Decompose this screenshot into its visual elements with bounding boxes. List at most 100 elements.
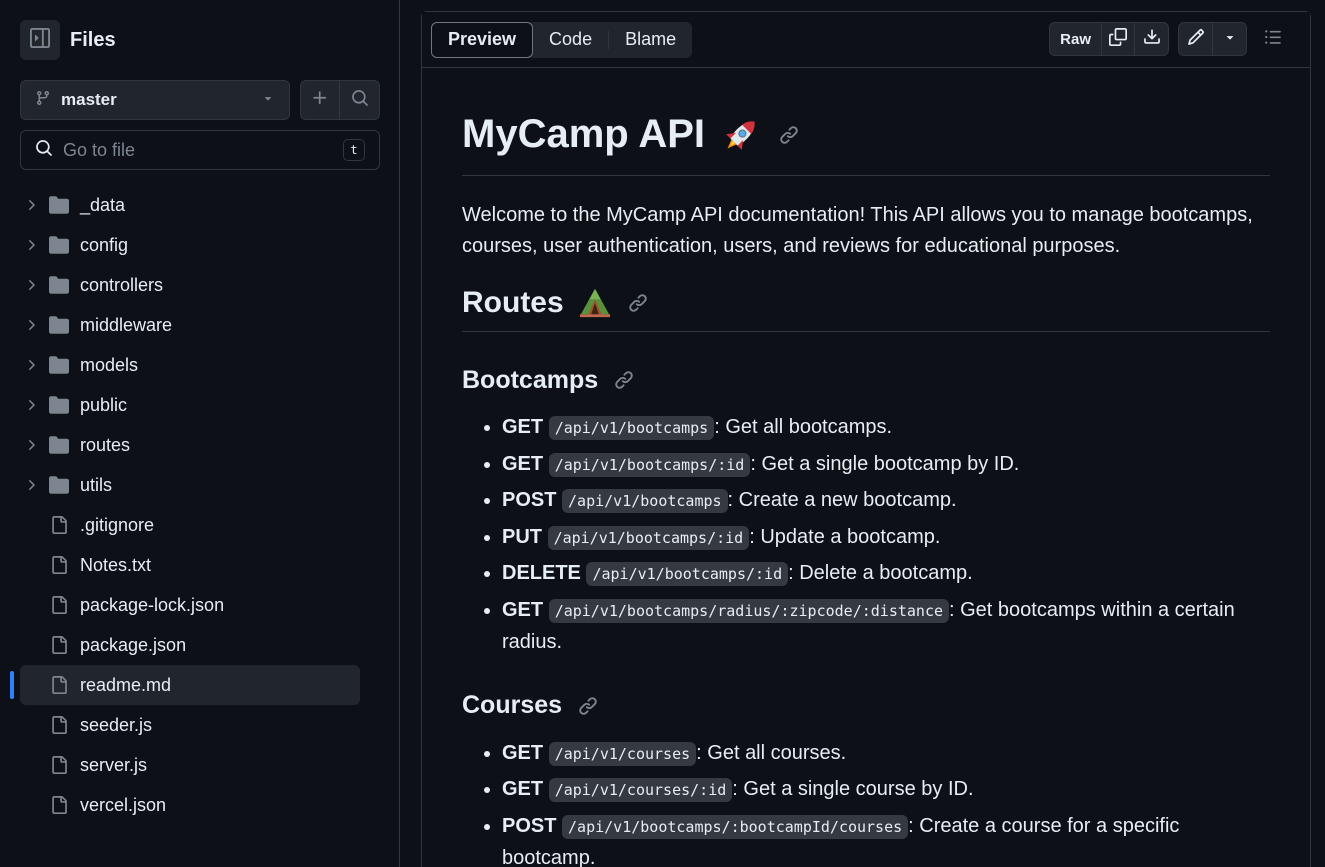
tree-item-label: middleware <box>80 314 173 335</box>
tree-item-label: vercel.json <box>80 794 167 815</box>
outline-button[interactable] <box>1256 22 1290 56</box>
chevron-right-icon[interactable] <box>20 397 42 413</box>
collapse-sidebar-button[interactable] <box>20 20 60 60</box>
tree-file[interactable]: package.json <box>20 625 360 665</box>
http-method: GET <box>502 416 544 438</box>
folder-icon <box>48 395 70 415</box>
route-path: /api/v1/bootcamps/:id <box>547 525 750 550</box>
tab-blame[interactable]: Blame <box>609 22 692 58</box>
tree-item-label: readme.md <box>80 674 172 695</box>
intro-paragraph: Welcome to the MyCamp API documentation!… <box>462 204 1253 257</box>
route-path: /api/v1/courses/:id <box>548 778 733 802</box>
file-icon <box>48 515 70 535</box>
chevron-right-icon[interactable] <box>20 477 42 493</box>
search-code-button[interactable] <box>340 81 379 119</box>
tree-folder[interactable]: controllers <box>20 265 360 305</box>
add-file-button[interactable] <box>301 81 341 119</box>
edit-options-button[interactable] <box>1213 23 1246 55</box>
chevron-right-icon[interactable] <box>20 357 42 373</box>
branch-name: master <box>61 90 117 109</box>
markdown-body: MyCamp API Welcome to the MyCamp API doc… <box>422 68 1310 867</box>
tree-file[interactable]: .gitignore <box>20 505 360 545</box>
tree-item-label: controllers <box>80 274 164 295</box>
tree-folder[interactable]: middleware <box>20 305 360 345</box>
raw-button[interactable]: Raw <box>1050 23 1102 55</box>
view-mode-tabs: Preview Code Blame <box>431 21 693 58</box>
folder-icon <box>48 475 70 495</box>
tree-file[interactable]: seeder.js <box>20 705 360 745</box>
route-description: : Update a bootcamp. <box>749 525 941 548</box>
section-heading: Courses <box>462 686 1270 726</box>
heading-link-icon[interactable] <box>628 293 648 313</box>
route-description: : Get all bootcamps. <box>714 416 893 438</box>
doc-title: MyCamp API <box>462 106 1270 176</box>
file-icon <box>48 675 70 695</box>
route-item: GET /api/v1/bootcamps/:id: Get a single … <box>502 449 1270 481</box>
routes-heading-text: Routes <box>462 285 564 319</box>
sidebar-title: Files <box>70 28 116 51</box>
file-toolbar: Preview Code Blame Raw <box>422 12 1310 68</box>
tree-item-label: package.json <box>80 634 187 655</box>
branch-selector[interactable]: master <box>20 80 290 120</box>
caret-down-icon <box>1223 30 1237 48</box>
heading-link-icon[interactable] <box>578 696 598 716</box>
route-item: DELETE /api/v1/bootcamps/:id: Delete a b… <box>502 558 1270 590</box>
chevron-right-icon[interactable] <box>20 317 42 333</box>
heading-link-icon[interactable] <box>779 125 799 145</box>
tree-file[interactable]: vercel.json <box>20 785 360 825</box>
file-icon <box>48 635 70 655</box>
chevron-right-icon[interactable] <box>20 237 42 253</box>
route-item: PUT /api/v1/bootcamps/:id: Update a boot… <box>502 522 1270 554</box>
route-item: POST /api/v1/bootcamps/:bootcampId/cours… <box>502 811 1270 867</box>
chevron-right-icon[interactable] <box>20 197 42 213</box>
go-to-file-input[interactable] <box>63 139 343 161</box>
tree-folder[interactable]: public <box>20 385 360 425</box>
route-description: : Get a single course by ID. <box>732 778 974 800</box>
routes-heading: Routes <box>462 280 1270 332</box>
route-list: GET /api/v1/courses: Get all courses.GET… <box>462 738 1270 867</box>
file-icon <box>48 555 70 575</box>
download-raw-button[interactable] <box>1135 23 1168 55</box>
tree-file[interactable]: server.js <box>20 745 360 785</box>
copy-raw-button[interactable] <box>1102 23 1135 55</box>
http-method: POST <box>502 814 557 837</box>
go-to-file-field[interactable]: t <box>20 130 380 170</box>
rocket-icon <box>719 113 763 157</box>
section-heading-text: Bootcamps <box>462 365 599 394</box>
tree-folder[interactable]: utils <box>20 465 360 505</box>
toolbar-actions: Raw <box>1049 22 1290 56</box>
route-item: GET /api/v1/bootcamps/radius/:zipcode/:d… <box>502 595 1270 658</box>
heading-link-icon[interactable] <box>614 370 634 390</box>
tree-file[interactable]: Notes.txt <box>20 545 360 585</box>
keyboard-shortcut-hint: t <box>343 139 365 161</box>
tree-item-label: .gitignore <box>80 514 155 535</box>
pencil-icon <box>1187 28 1205 50</box>
tree-item-label: package-lock.json <box>80 594 225 615</box>
tree-folder[interactable]: routes <box>20 425 360 465</box>
folder-icon <box>48 275 70 295</box>
tree-item-label: server.js <box>80 754 148 775</box>
route-path: /api/v1/bootcamps <box>562 489 728 513</box>
tab-code[interactable]: Code <box>533 22 608 58</box>
sidebar-header: Files <box>20 20 116 60</box>
section-heading-text: Courses <box>462 691 563 719</box>
tree-file[interactable]: readme.md <box>10 665 360 705</box>
route-path: /api/v1/bootcamps/radius/:zipcode/:dista… <box>548 598 950 623</box>
folder-icon <box>48 235 70 255</box>
file-viewer: Preview Code Blame Raw MyCamp API Welcom… <box>421 11 1311 867</box>
tree-item-label: utils <box>80 474 113 495</box>
tree-folder[interactable]: _data <box>20 185 360 225</box>
file-icon <box>48 715 70 735</box>
tree-folder[interactable]: config <box>20 225 360 265</box>
chevron-right-icon[interactable] <box>20 437 42 453</box>
git-branch-icon <box>35 90 51 111</box>
tab-preview[interactable]: Preview <box>431 21 534 58</box>
tree-item-label: public <box>80 394 128 415</box>
plus-icon <box>311 89 329 112</box>
edit-file-button[interactable] <box>1179 23 1213 55</box>
route-description: : Create a new bootcamp. <box>727 489 957 511</box>
route-description: : Get all courses. <box>696 741 847 764</box>
tree-folder[interactable]: models <box>20 345 360 385</box>
tree-file[interactable]: package-lock.json <box>20 585 360 625</box>
chevron-right-icon[interactable] <box>20 277 42 293</box>
